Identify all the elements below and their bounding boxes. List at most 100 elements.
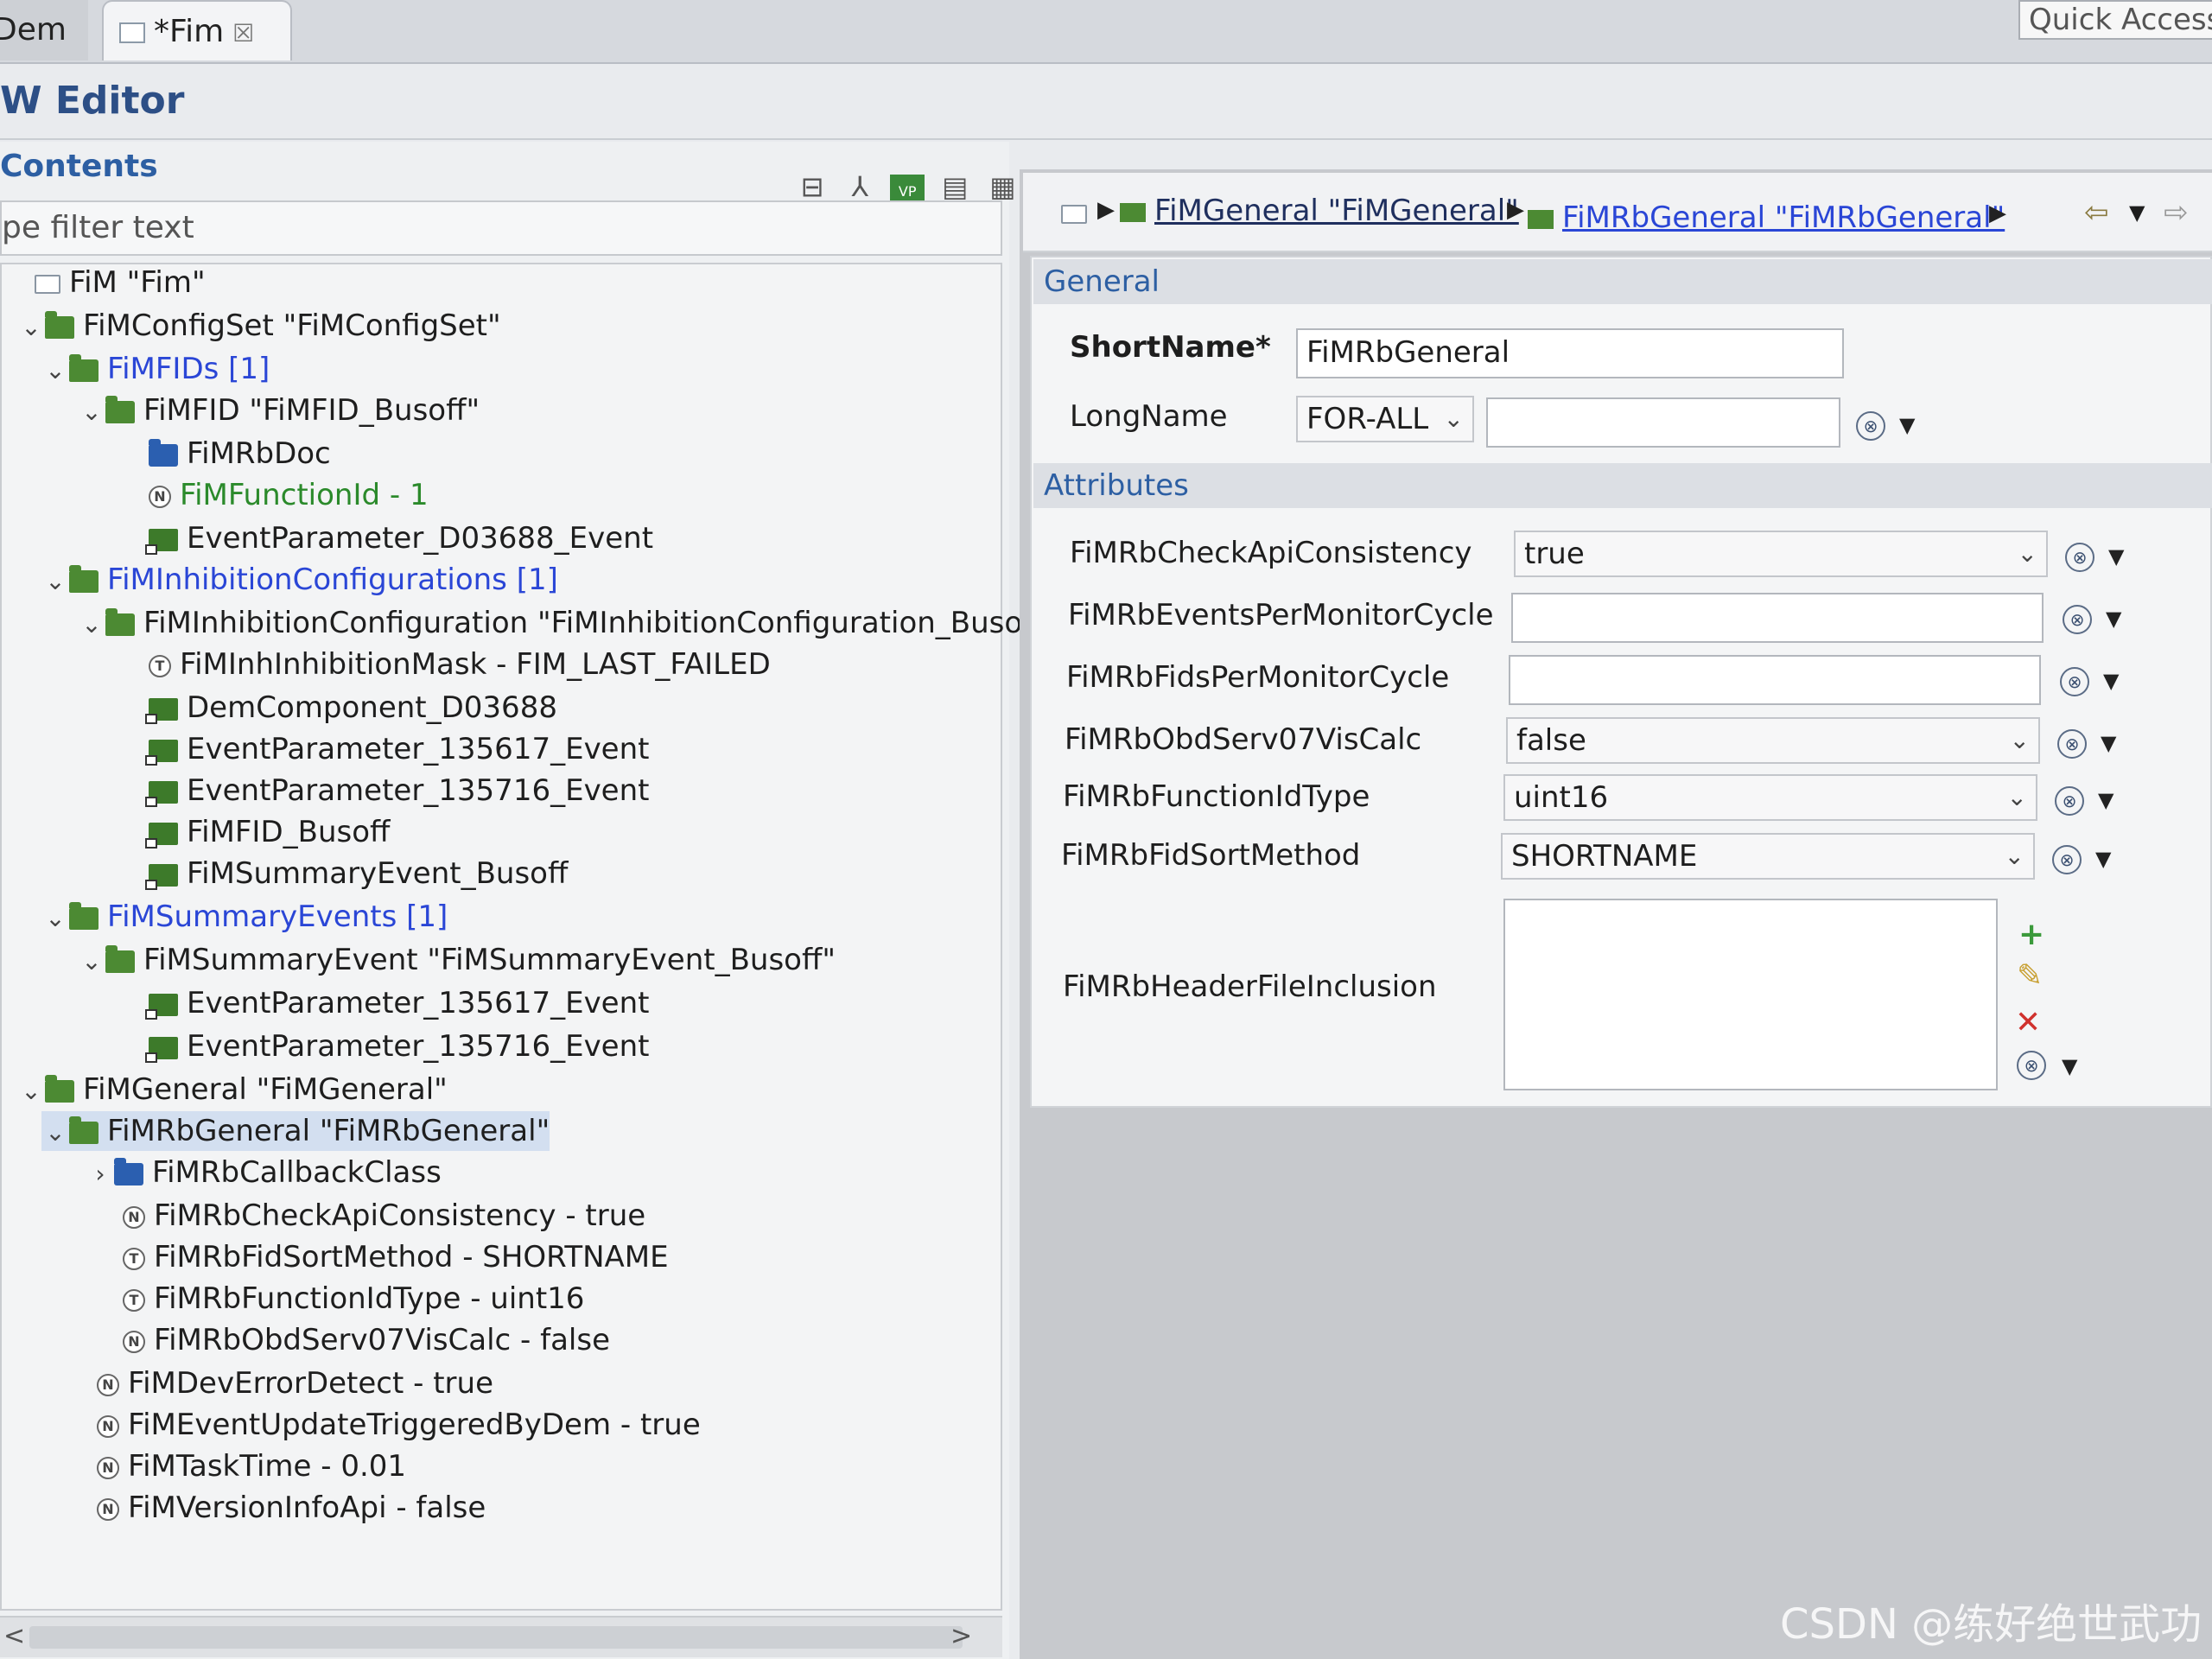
tree-node[interactable]: ⌄ FiMInhibitionConfigurations [1] — [41, 560, 558, 600]
attribute-input[interactable] — [1511, 593, 2044, 643]
tree-node[interactable]: EventParameter_135716_Event — [121, 1027, 649, 1066]
expanded-chevron-icon[interactable]: ⌄ — [41, 899, 69, 938]
tree-node-label: FiMConfigSet "FiMConfigSet" — [83, 308, 501, 343]
tree-node[interactable]: T FiMRbFunctionIdType - uint16 — [95, 1279, 584, 1319]
expanded-chevron-icon[interactable]: ⌄ — [41, 351, 69, 391]
tree-node[interactable]: N FiMFunctionId - 1 — [121, 475, 429, 515]
reset-icon[interactable]: ⊗ — [2055, 786, 2084, 816]
expanded-chevron-icon[interactable]: ⌄ — [78, 392, 105, 432]
dropdown-arrow-icon[interactable]: ▼ — [2103, 669, 2119, 693]
reset-icon[interactable]: ⊗ — [2065, 543, 2094, 572]
tree-node[interactable]: ⌄ FiMSummaryEvent "FiMSummaryEvent_Busoff… — [78, 940, 836, 980]
document-icon[interactable]: ▤ — [938, 169, 972, 204]
edit-pencil-icon[interactable]: ✎ — [2017, 961, 2043, 992]
tree-node[interactable]: ⌄ FiMFIDs [1] — [41, 349, 270, 389]
tree-node-label: FiMEventUpdateTriggeredByDem - true — [128, 1408, 701, 1442]
tab-fim[interactable]: *Fim ☒ — [102, 0, 292, 60]
delete-icon[interactable]: ✕ — [2015, 1007, 2041, 1039]
close-tab-icon[interactable]: ☒ — [232, 19, 254, 48]
breadcrumb-item-fimrbgeneral[interactable]: FiMRbGeneral "FiMRbGeneral" — [1528, 199, 2005, 237]
horizontal-scrollbar[interactable]: < > — [0, 1616, 1002, 1657]
attribute-value: SHORTNAME — [1511, 839, 1698, 874]
text-param-icon: T — [149, 654, 171, 677]
attribute-select[interactable]: false ⌄ — [1506, 717, 2040, 764]
file-icon — [119, 22, 145, 43]
tree-node[interactable]: N FiMTaskTime - 0.01 — [69, 1446, 406, 1486]
reset-icon[interactable]: ⊗ — [2052, 845, 2082, 874]
hierarchy-icon[interactable]: ⅄ — [842, 169, 877, 204]
quick-access-input[interactable]: Quick Access — [2018, 0, 2212, 40]
add-icon[interactable]: + — [2018, 919, 2044, 950]
reset-icon[interactable]: ⊗ — [2017, 1051, 2046, 1080]
filter-input[interactable]: pe filter text — [0, 200, 1002, 256]
expanded-chevron-icon[interactable]: ⌄ — [41, 562, 69, 601]
tree-node[interactable]: EventParameter_135617_Event — [121, 729, 649, 769]
back-arrow-icon[interactable]: ⇦ — [2084, 194, 2109, 232]
breadcrumb-item-fimgeneral[interactable]: FiMGeneral "FiMGeneral" — [1120, 192, 1519, 230]
header-file-inclusion-list[interactable] — [1503, 899, 1998, 1090]
tree-node[interactable]: ⌄ FiMFID "FiMFID_Busoff" — [78, 391, 480, 430]
scroll-thumb[interactable] — [29, 1626, 963, 1649]
tree-node[interactable]: N FiMRbObdServ07VisCalc - false — [95, 1320, 610, 1360]
collapse-all-icon[interactable]: ⊟ — [795, 169, 830, 204]
dropdown-arrow-icon[interactable]: ▼ — [2101, 731, 2116, 755]
expanded-chevron-icon[interactable]: ⌄ — [41, 1113, 69, 1153]
scroll-left-icon[interactable]: < — [3, 1621, 25, 1651]
general-section-header[interactable]: General — [1033, 259, 2212, 304]
reset-icon[interactable]: ⊗ — [2063, 605, 2092, 634]
expanded-chevron-icon[interactable]: ⌄ — [78, 605, 105, 645]
tree-node[interactable]: N FiMRbCheckApiConsistency - true — [95, 1196, 645, 1236]
attributes-section-header[interactable]: Attributes — [1033, 463, 2212, 508]
tree-node[interactable]: N FiMDevErrorDetect - true — [69, 1363, 493, 1403]
attribute-select[interactable]: uint16 ⌄ — [1503, 774, 2037, 821]
tree-node[interactable]: ⌄ FiMSummaryEvents [1] — [41, 897, 448, 937]
tree-node[interactable]: ⌄ FiMInhibitionConfiguration "FiMInhibiti… — [78, 603, 1033, 643]
tree-node[interactable]: N FiMEventUpdateTriggeredByDem - true — [69, 1405, 701, 1445]
dropdown-arrow-icon[interactable]: ▼ — [2098, 788, 2113, 812]
expanded-chevron-icon[interactable]: ⌄ — [78, 942, 105, 982]
tree-node[interactable]: EventParameter_D03688_Event — [121, 518, 653, 558]
attribute-select[interactable]: SHORTNAME ⌄ — [1501, 833, 2035, 880]
tree-node[interactable]: ⌄ FiMGeneral "FiMGeneral" — [17, 1070, 448, 1109]
shortname-field[interactable]: FiMRbGeneral — [1296, 328, 1844, 378]
reset-icon[interactable]: ⊗ — [1856, 411, 1885, 441]
forward-arrow-icon[interactable]: ⇨ — [2164, 194, 2189, 232]
scroll-right-icon[interactable]: > — [950, 1621, 972, 1651]
dropdown-arrow-icon[interactable]: ▼ — [2095, 847, 2111, 871]
dropdown-arrow-icon[interactable]: ▼ — [2062, 1054, 2077, 1078]
collapsed-chevron-icon[interactable]: › — [86, 1154, 114, 1194]
dropdown-arrow-icon[interactable]: ▼ — [2108, 544, 2124, 569]
tree-node[interactable]: T FiMRbFidSortMethod - SHORTNAME — [95, 1237, 669, 1277]
dropdown-arrow-icon[interactable]: ▼ — [2106, 607, 2121, 631]
tree-node[interactable]: › FiMRbCallbackClass — [86, 1153, 441, 1194]
tree-node[interactable]: FiMSummaryEvent_Busoff — [121, 854, 568, 893]
reference-icon — [145, 1036, 178, 1063]
tree-node[interactable]: ⌄ FiMRbGeneral "FiMRbGeneral" — [41, 1111, 550, 1151]
breadcrumb-item-label[interactable]: FiMRbGeneral "FiMRbGeneral" — [1562, 200, 2005, 235]
root-box-icon[interactable] — [1061, 195, 1087, 233]
editor-title: W Editor — [0, 79, 185, 123]
attribute-select[interactable]: true ⌄ — [1514, 531, 2048, 577]
reset-icon[interactable]: ⊗ — [2060, 667, 2089, 696]
tree-node[interactable]: FiMRbDoc — [121, 434, 331, 474]
tree-node[interactable]: T FiMInhInhibitionMask - FIM_LAST_FAILED — [121, 645, 771, 684]
breadcrumb-more-icon[interactable]: ▶ — [1989, 200, 2006, 226]
dropdown-arrow-icon[interactable]: ▼ — [1899, 413, 1915, 437]
longname-field[interactable] — [1486, 397, 1840, 448]
expanded-chevron-icon[interactable]: ⌄ — [17, 1071, 45, 1111]
tree-node[interactable]: FiM "Fim" — [7, 263, 206, 302]
tree-node[interactable]: ⌄ FiMConfigSet "FiMConfigSet" — [17, 306, 501, 347]
tree-node[interactable]: DemComponent_D03688 — [121, 688, 557, 728]
back-history-dropdown-icon[interactable]: ▼ — [2129, 194, 2145, 232]
tree-node[interactable]: N FiMVersionInfoApi - false — [69, 1488, 486, 1528]
expanded-chevron-icon[interactable]: ⌄ — [17, 308, 45, 347]
tree-node[interactable]: EventParameter_135716_Event — [121, 771, 649, 810]
tree-node[interactable]: FiMFID_Busoff — [121, 812, 390, 852]
attribute-input[interactable] — [1509, 655, 2041, 705]
table-view-icon[interactable]: ▦ — [985, 169, 1020, 204]
tab-dem[interactable]: Dem — [0, 0, 88, 60]
longname-language-select[interactable]: FOR-ALL ⌄ — [1296, 396, 1474, 442]
breadcrumb-item-label[interactable]: FiMGeneral "FiMGeneral" — [1154, 194, 1519, 228]
reset-icon[interactable]: ⊗ — [2057, 729, 2087, 759]
tree-node[interactable]: EventParameter_135617_Event — [121, 983, 649, 1023]
